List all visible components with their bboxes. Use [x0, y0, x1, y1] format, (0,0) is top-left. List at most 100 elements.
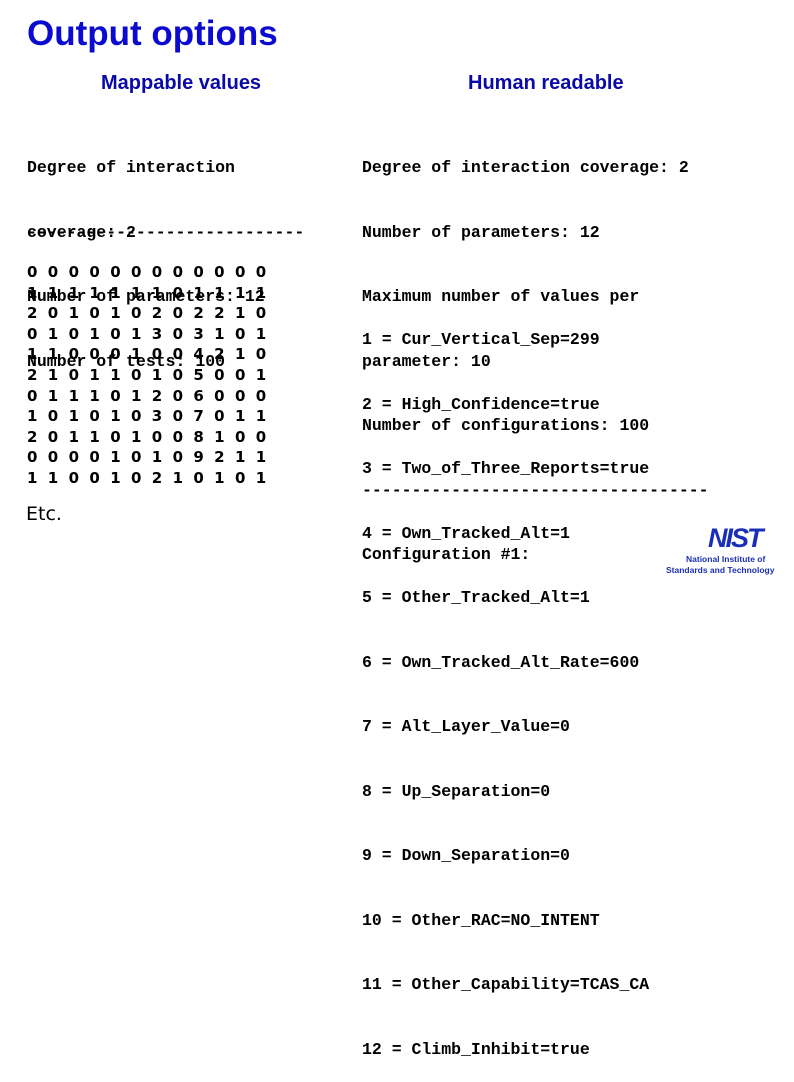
config-item: 10 = Other_RAC=NO_INTENT [362, 910, 600, 930]
matrix-cell: 0 [255, 386, 267, 405]
matrix-cell: 1 [27, 468, 38, 487]
matrix-cell: 1 [214, 324, 225, 343]
matrix-cell: 0 [130, 365, 142, 384]
matrix-cell: 0 [68, 263, 80, 281]
matrix-cell: 1 [234, 407, 246, 426]
matrix-cell: 3 [193, 324, 204, 343]
config-item: 11 = Other_Capability=TCAS_CA [362, 975, 650, 994]
matrix-cell: 0 [172, 448, 184, 467]
config-item: 12 = Climb_Inhibit=true [362, 1039, 590, 1059]
matrix-cell: 0 [110, 427, 121, 446]
matrix-row: 011101206000 [27, 386, 277, 407]
matrix-cell: 0 [234, 386, 246, 405]
matrix-cell: 0 [68, 345, 80, 364]
matrix-cell: 0 [130, 263, 142, 281]
matrix-cell: 0 [47, 448, 59, 467]
config-item: 1 = Cur_Vertical_Sep=299 [362, 330, 600, 349]
matrix-cell: 0 [172, 283, 184, 302]
matrix-cell: 1 [68, 427, 80, 446]
matrix-row: 201101008100 [27, 427, 277, 448]
matrix-cell: 1 [110, 407, 121, 426]
matrix-cell: 0 [234, 263, 246, 281]
matrix-cell: 0 [27, 386, 38, 405]
matrix-cell: 1 [47, 468, 59, 487]
matrix-cell: 3 [151, 324, 163, 343]
matrix-cell: 0 [89, 448, 100, 467]
matrix-cell: 0 [172, 304, 184, 323]
matrix-cell: 1 [130, 386, 142, 405]
matrix-cell: 0 [214, 386, 225, 405]
matrix-cell: 0 [89, 304, 100, 323]
matrix-cell: 2 [27, 365, 38, 384]
matrix-cell: 0 [110, 345, 121, 364]
mappable-values-matrix: 0000000000001111111011112010102022100101… [27, 262, 277, 489]
matrix-row: 110010210101 [27, 468, 277, 489]
matrix-cell: 0 [47, 407, 59, 426]
matrix-cell: 2 [27, 304, 38, 323]
matrix-cell: 1 [151, 283, 163, 302]
nist-tagline-line2: Standards and Technology [666, 565, 775, 575]
matrix-cell: 7 [193, 407, 204, 426]
matrix-cell: 1 [110, 468, 121, 487]
matrix-cell: 0 [68, 448, 80, 467]
matrix-cell: 1 [89, 427, 100, 446]
matrix-row: 010101303101 [27, 324, 277, 345]
matrix-cell: 1 [89, 365, 100, 384]
matrix-cell: 1 [193, 283, 204, 302]
matrix-cell: 1 [214, 283, 225, 302]
matrix-cell: 1 [255, 448, 267, 467]
matrix-cell: 0 [89, 263, 100, 281]
matrix-cell: 1 [110, 448, 121, 467]
matrix-cell: 0 [110, 263, 121, 281]
etc-label: Etc. [26, 503, 62, 525]
matrix-cell: 0 [255, 304, 267, 323]
matrix-cell: 1 [214, 427, 225, 446]
matrix-cell: 0 [172, 365, 184, 384]
matrix-cell: 0 [27, 448, 38, 467]
matrix-cell: 1 [234, 304, 246, 323]
matrix-cell: 1 [47, 283, 59, 302]
matrix-cell: 0 [130, 304, 142, 323]
matrix-cell: 1 [255, 468, 267, 487]
matrix-cell: 0 [234, 324, 246, 343]
matrix-cell: 0 [68, 324, 80, 343]
matrix-cell: 1 [172, 468, 184, 487]
human-readable-heading: Human readable [468, 72, 624, 94]
nist-logo: NIST National Institute of Standards and… [664, 523, 782, 579]
config-item: 2 = High_Confidence=true [362, 394, 600, 414]
config-item: 5 = Other_Tracked_Alt=1 [362, 588, 590, 607]
matrix-cell: 1 [255, 324, 267, 343]
matrix-cell: 0 [172, 263, 184, 281]
matrix-row: 000010109211 [27, 447, 277, 468]
matrix-cell: 2 [151, 468, 163, 487]
matrix-row: 000000000000 [27, 262, 277, 283]
matrix-cell: 1 [234, 448, 246, 467]
matrix-cell: 1 [151, 448, 163, 467]
matrix-cell: 0 [151, 345, 163, 364]
matrix-cell: 2 [193, 304, 204, 323]
matrix-cell: 1 [47, 365, 59, 384]
matrix-cell: 2 [214, 345, 225, 364]
matrix-cell: 0 [151, 427, 163, 446]
matrix-cell: 0 [151, 263, 163, 281]
matrix-cell: 6 [193, 386, 204, 405]
matrix-row: 201010202210 [27, 303, 277, 324]
matrix-cell: 1 [89, 386, 100, 405]
matrix-cell: 1 [68, 283, 80, 302]
matrix-cell: 1 [130, 345, 142, 364]
matrix-cell: 0 [130, 468, 142, 487]
matrix-cell: 0 [110, 386, 121, 405]
matrix-cell: 1 [27, 345, 38, 364]
matrix-cell: 1 [68, 386, 80, 405]
matrix-cell: 1 [47, 345, 59, 364]
nist-tagline-line1: National Institute of [686, 554, 766, 564]
matrix-cell: 1 [27, 283, 38, 302]
matrix-cell: 9 [193, 448, 204, 467]
matrix-cell: 0 [130, 407, 142, 426]
matrix-cell: 1 [110, 283, 121, 302]
matrix-row: 110001004210 [27, 344, 277, 365]
matrix-cell: 0 [47, 304, 59, 323]
matrix-cell: 0 [172, 427, 184, 446]
matrix-cell: 0 [255, 345, 267, 364]
matrix-cell: 2 [27, 427, 38, 446]
